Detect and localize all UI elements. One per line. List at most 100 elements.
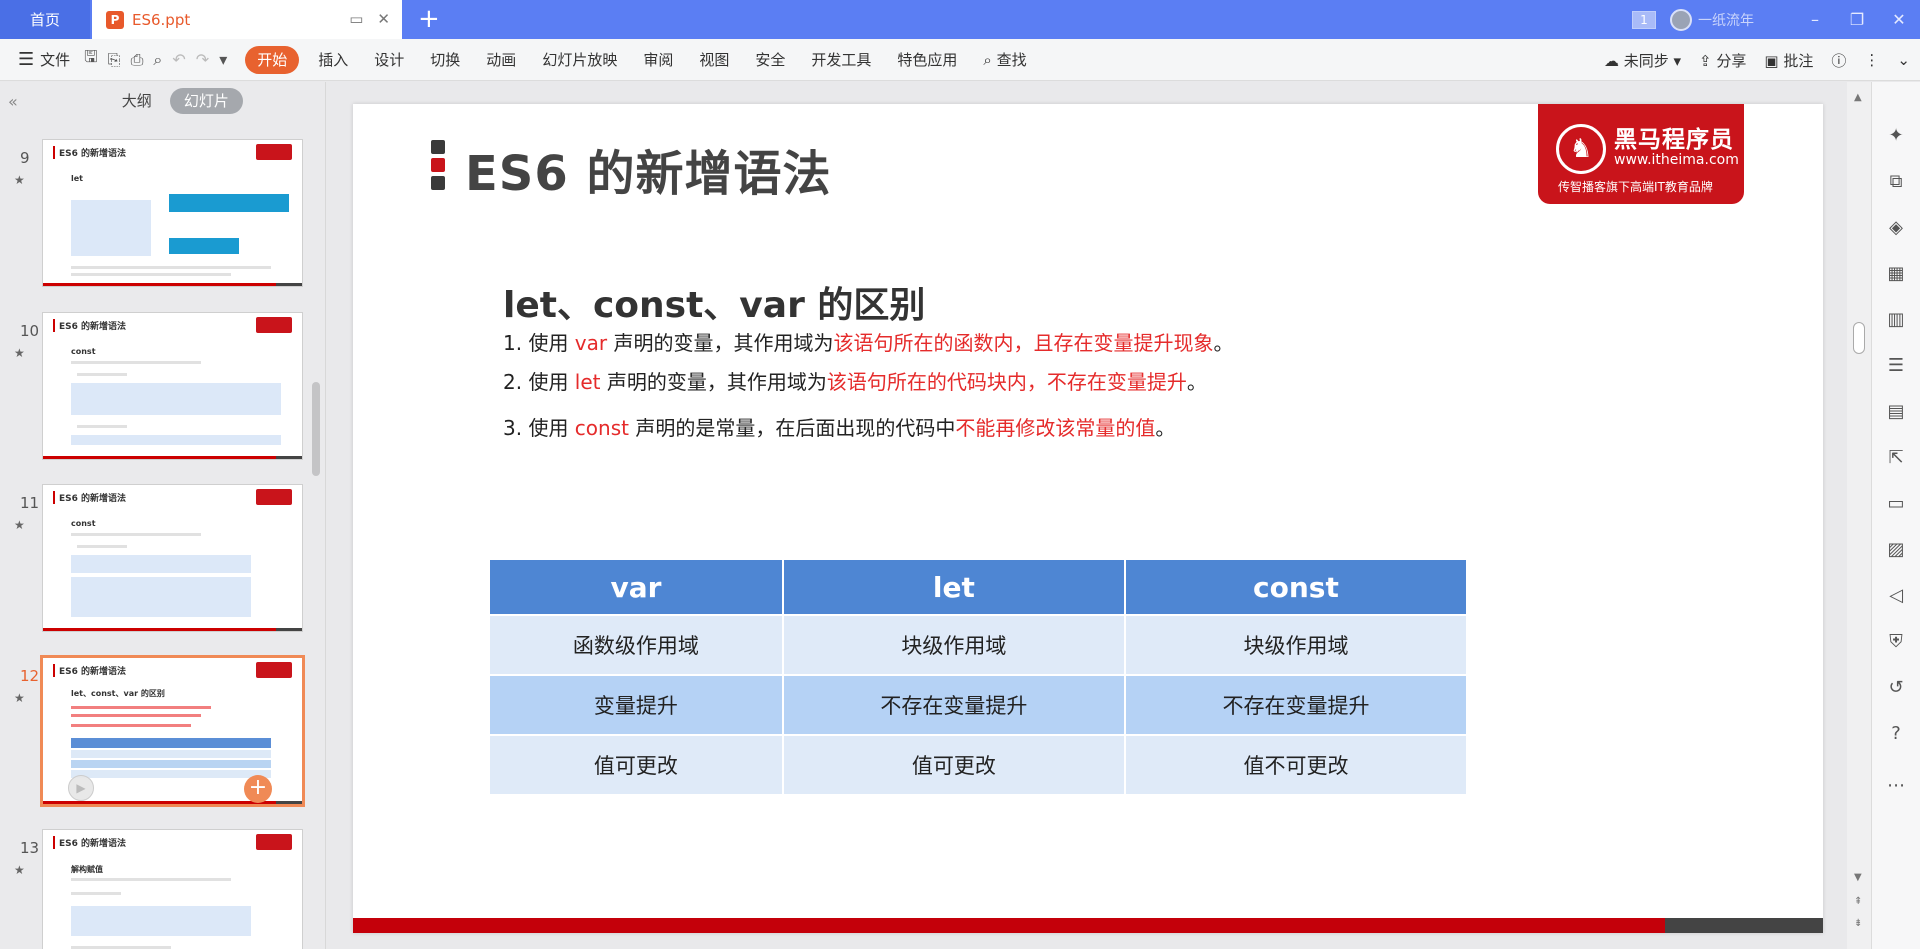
- format-painter-icon[interactable]: ⎘: [108, 50, 121, 70]
- scrollbar-thumb[interactable]: [1853, 322, 1865, 354]
- audio-icon[interactable]: ◁: [1884, 584, 1908, 608]
- user-name[interactable]: 一纸流年: [1698, 10, 1754, 30]
- restore-button[interactable]: ❐: [1836, 10, 1878, 29]
- play-slide-button[interactable]: ▶: [68, 775, 94, 801]
- slide-number: 11: [20, 494, 40, 512]
- help-icon[interactable]: ⓘ: [1831, 50, 1846, 71]
- image-edit-icon[interactable]: ▤: [1884, 400, 1908, 424]
- close-window-button[interactable]: ✕: [1878, 10, 1920, 29]
- slide-vertical-scrollbar[interactable]: ▲ ▼ ⇞ ⇟: [1847, 82, 1871, 949]
- grid-layout-icon[interactable]: ▦: [1884, 262, 1908, 286]
- picture-icon[interactable]: ▨: [1884, 538, 1908, 562]
- scroll-up-icon[interactable]: ▲: [1854, 92, 1862, 103]
- archive-icon[interactable]: ▭: [1884, 492, 1908, 516]
- shield-icon[interactable]: ⛨: [1884, 630, 1908, 654]
- avatar[interactable]: [1670, 8, 1692, 31]
- chart-icon[interactable]: ▥: [1884, 308, 1908, 332]
- slide-thumbnail-row: 9 ★ ES6 的新增语法 let: [0, 139, 310, 291]
- sync-status[interactable]: ☁ 未同步 ▾: [1604, 50, 1681, 71]
- share-button[interactable]: ⇪ 分享: [1699, 50, 1746, 71]
- thumbnail-scrollbar[interactable]: [312, 382, 320, 476]
- tab-transition[interactable]: 切换: [417, 46, 473, 74]
- hamburger-icon: ☰: [18, 49, 35, 70]
- slide-number: 12: [20, 667, 40, 685]
- tab-slideshow[interactable]: 幻灯片放映: [529, 46, 630, 74]
- current-slide[interactable]: ES6 的新增语法 ♞ 黑马程序员 www.itheima.com 传智播客旗下…: [353, 104, 1823, 933]
- brand-logo: ♞ 黑马程序员 www.itheima.com 传智播客旗下高端IT教育品牌: [1538, 104, 1744, 204]
- thumbnail-title: ES6 的新增语法: [53, 146, 126, 159]
- point-text: 。: [1186, 370, 1207, 394]
- history-icon[interactable]: ↺: [1884, 676, 1908, 700]
- table-cell: 块级作用域: [781, 614, 1126, 676]
- print-preview-icon[interactable]: ⌕: [153, 50, 162, 70]
- footer-red-bar: [353, 918, 1665, 933]
- bullet-point-1[interactable]: 1. 使用 var 声明的变量，其作用域为该语句所在的函数内，且存在变量提升现象…: [503, 327, 1233, 356]
- minimize-button[interactable]: –: [1794, 10, 1836, 29]
- slide-thumbnail[interactable]: ES6 的新增语法 const: [42, 312, 303, 460]
- tab-special-apps[interactable]: 特色应用: [884, 46, 970, 74]
- layers-icon[interactable]: ◈: [1884, 216, 1908, 240]
- home-tab[interactable]: 首页: [0, 0, 90, 39]
- slide-number: 9: [20, 149, 30, 167]
- tab-start[interactable]: 开始: [245, 45, 300, 74]
- next-slide-icon[interactable]: ⇟: [1854, 918, 1862, 929]
- file-menu[interactable]: ☰ 文件: [18, 49, 70, 70]
- settings-sliders-icon[interactable]: ☰: [1884, 354, 1908, 378]
- close-tab-icon[interactable]: ✕: [377, 10, 390, 28]
- table-cell: 值可更改: [781, 734, 1126, 796]
- title-bar: 首页 P ES6.ppt ▭ ✕ + 1 一纸流年 – ❐ ✕: [0, 0, 1920, 39]
- share-icon: ⇪: [1699, 51, 1712, 70]
- tab-review[interactable]: 审阅: [630, 46, 686, 74]
- help-circle-icon[interactable]: ?: [1884, 722, 1908, 746]
- section-heading[interactable]: let、const、var 的区别: [503, 276, 925, 328]
- table-cell: 块级作用域: [1123, 614, 1469, 676]
- tab-outline[interactable]: 大纲: [108, 88, 166, 114]
- document-tab[interactable]: P ES6.ppt ▭ ✕: [92, 0, 402, 39]
- save-icon[interactable]: 🖫: [84, 46, 98, 73]
- add-slide-button[interactable]: +: [244, 775, 272, 803]
- bullet-point-3[interactable]: 3. 使用 const 声明的是常量，在后面出现的代码中不能再修改该常量的值。: [503, 412, 1175, 441]
- magic-wand-icon[interactable]: ✦: [1884, 124, 1908, 148]
- slide-title[interactable]: ES6 的新增语法: [465, 134, 831, 204]
- slide-number: 13: [20, 839, 40, 857]
- slide-thumbnail[interactable]: ES6 的新增语法 const: [42, 484, 303, 632]
- point-keyword: const: [574, 416, 629, 440]
- print-icon[interactable]: ⎙: [131, 50, 144, 70]
- table-row: 值可更改 值可更改 值不可更改: [488, 734, 1469, 796]
- undo-icon[interactable]: ↶: [172, 50, 185, 69]
- thumbnail-logo: [256, 834, 292, 850]
- bullet-point-2[interactable]: 2. 使用 let 声明的变量，其作用域为该语句所在的代码块内，不存在变量提升。: [503, 366, 1207, 395]
- tab-insert[interactable]: 插入: [305, 46, 361, 74]
- new-tab-button[interactable]: +: [418, 4, 440, 34]
- redo-icon[interactable]: ↷: [196, 50, 209, 69]
- comparison-table[interactable]: var let const 函数级作用域 块级作用域 块级作用域 变量提升 不存…: [488, 558, 1469, 796]
- tab-animation[interactable]: 动画: [473, 46, 529, 74]
- table-row: 变量提升 不存在变量提升 不存在变量提升: [488, 674, 1469, 736]
- table-cell: 不存在变量提升: [1123, 674, 1469, 736]
- tab-developer[interactable]: 开发工具: [798, 46, 884, 74]
- copy-style-icon[interactable]: ⧉: [1884, 170, 1908, 194]
- export-icon[interactable]: ⇱: [1884, 446, 1908, 470]
- tab-view[interactable]: 视图: [686, 46, 742, 74]
- tab-slides[interactable]: 幻灯片: [169, 88, 243, 114]
- more-options-icon[interactable]: ⋮: [1864, 51, 1879, 69]
- collapse-ribbon-icon[interactable]: ⌄: [1897, 51, 1910, 69]
- tab-find[interactable]: ⌕ 查找: [970, 46, 1039, 74]
- slide-thumbnail[interactable]: ES6 的新增语法 let: [42, 139, 303, 287]
- tab-design[interactable]: 设计: [361, 46, 417, 74]
- scroll-down-icon[interactable]: ▼: [1854, 872, 1862, 883]
- slide-thumbnail-row-active: 12 ★ ES6 的新增语法 let、const、var 的区别 ▶ +: [0, 655, 310, 809]
- pin-window-icon[interactable]: ▭: [349, 10, 363, 28]
- tab-security[interactable]: 安全: [742, 46, 798, 74]
- sync-label: 未同步: [1623, 51, 1669, 70]
- collapse-panel-icon[interactable]: «: [8, 92, 18, 111]
- more-quick-tools-icon[interactable]: ▾: [219, 50, 227, 69]
- comment-button[interactable]: ▣ 批注: [1764, 50, 1813, 71]
- thumbnail-logo: [256, 662, 292, 678]
- window-count-badge[interactable]: 1: [1632, 10, 1656, 29]
- slide-thumbnail[interactable]: ES6 的新增语法 解构赋值: [42, 829, 303, 949]
- previous-slide-icon[interactable]: ⇞: [1854, 896, 1862, 907]
- more-icon[interactable]: ⋯: [1884, 774, 1908, 798]
- thumbnail-subtitle: 解构赋值: [71, 865, 103, 874]
- search-icon: ⌕: [983, 50, 992, 69]
